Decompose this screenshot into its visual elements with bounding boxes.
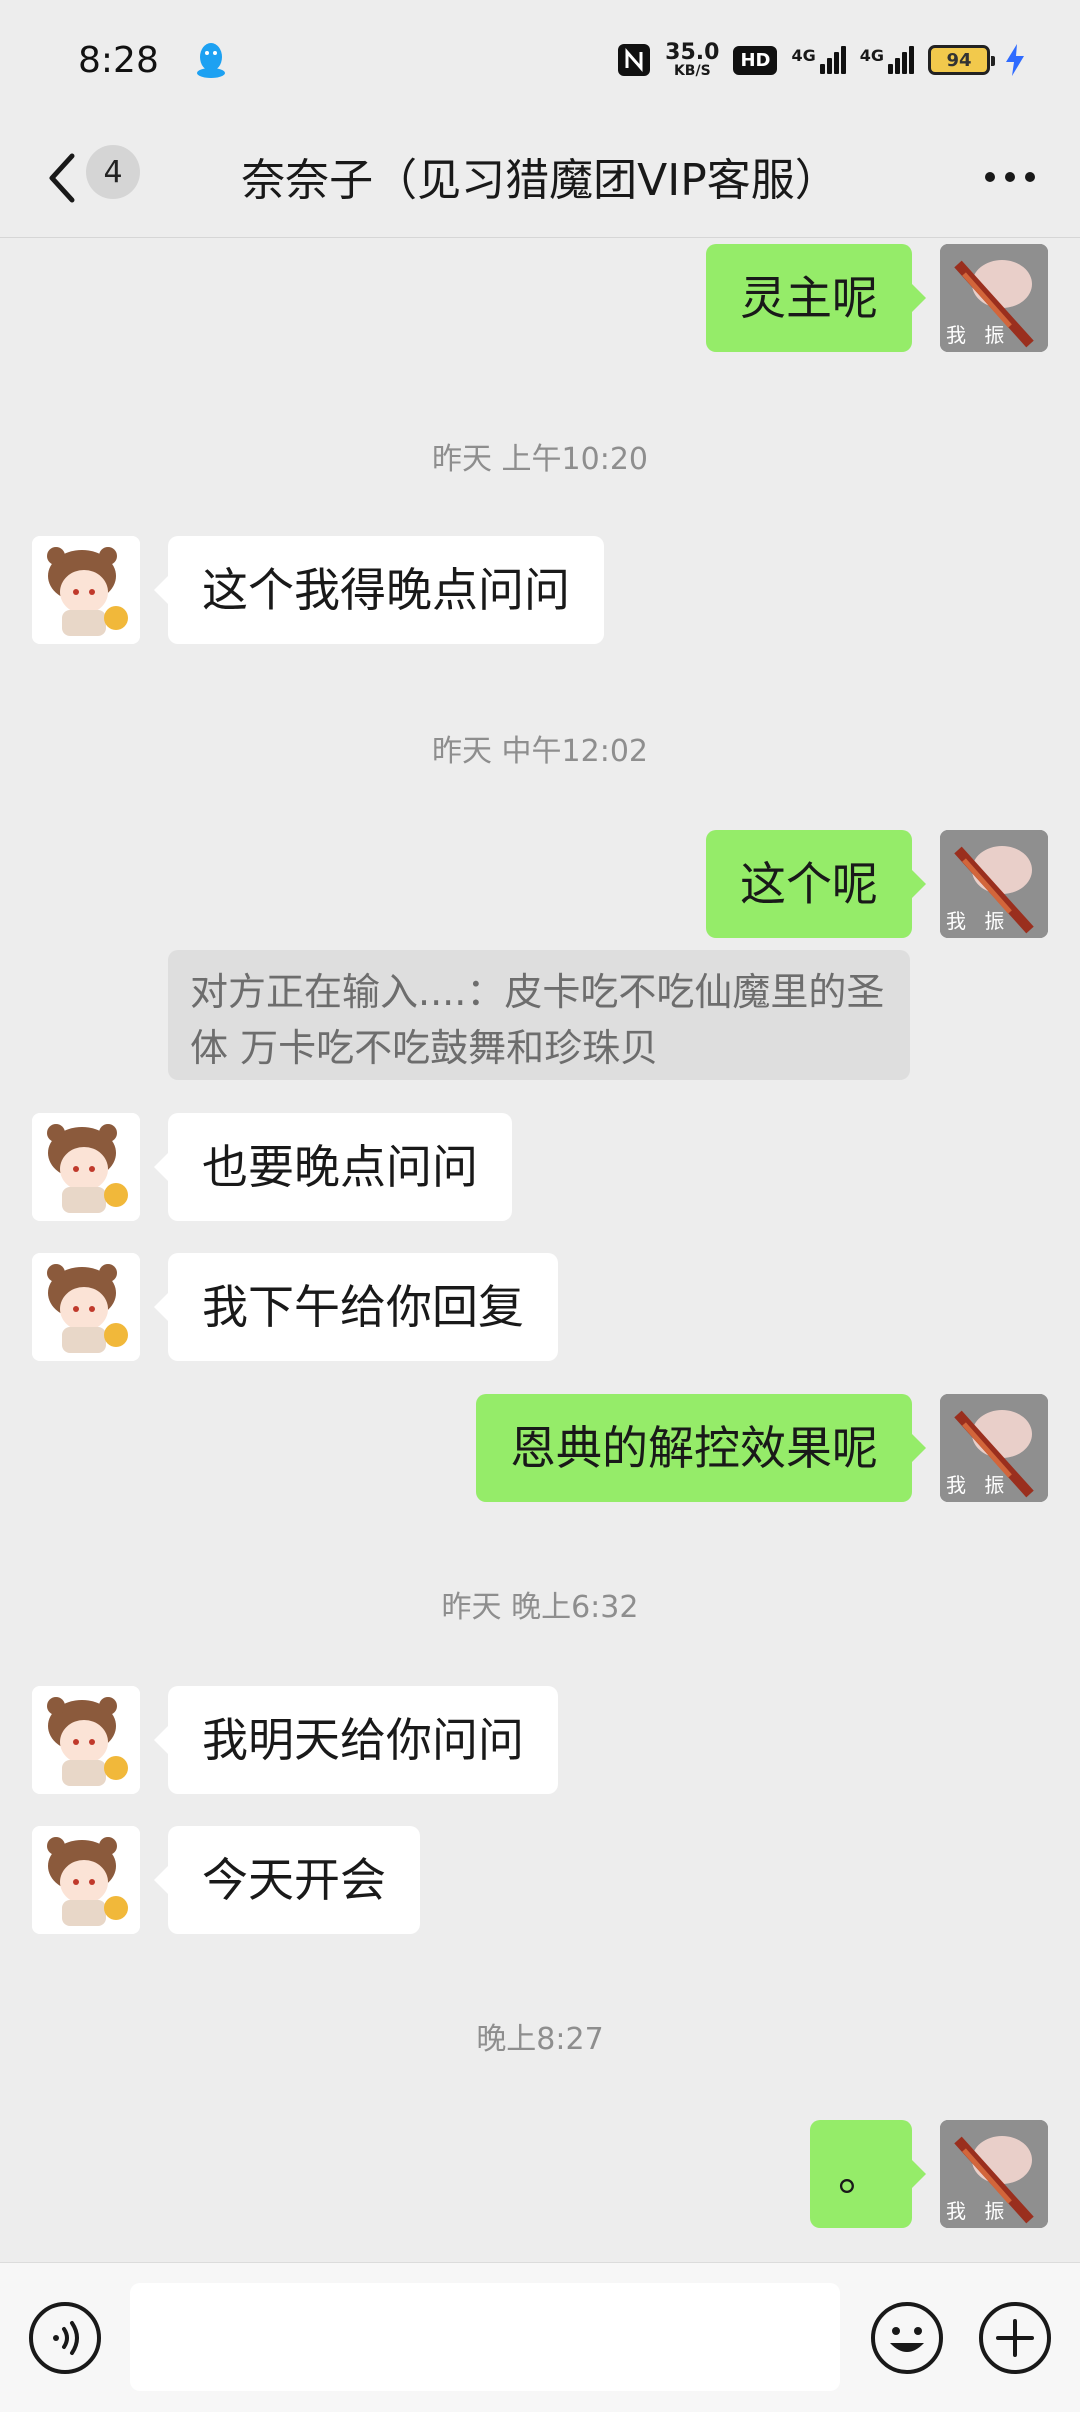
more-icon[interactable]	[984, 170, 1036, 184]
message-bubble-received[interactable]: 我下午给你回复	[154, 1253, 558, 1361]
avatar-self[interactable]: 我 振	[940, 244, 1048, 352]
message-bubble-sent[interactable]: 。	[810, 2120, 926, 2228]
message-input[interactable]	[130, 2283, 840, 2391]
voice-icon[interactable]	[28, 2301, 102, 2375]
avatar-self-label: 我 振	[946, 2199, 1011, 2223]
chat-title: 奈奈子（见习猎魔团VIP客服）	[241, 155, 839, 206]
status-indicators: 35.0 KB/S HD 4G 4G 94	[617, 42, 1026, 78]
message-bubble-received[interactable]: 也要晚点问问	[154, 1113, 512, 1221]
timestamp: 晚上8:27	[476, 2022, 604, 2057]
signal-strength-2: 4G	[860, 46, 914, 74]
input-bar	[0, 2262, 1080, 2412]
message-bubble-received[interactable]: 我明天给你问问	[154, 1686, 558, 1794]
nfc-icon	[618, 44, 651, 76]
battery-level: 94	[946, 49, 972, 71]
signal-strength-1: 4G	[791, 46, 846, 74]
message-bubble-sent[interactable]: 这个呢	[706, 830, 926, 938]
status-time: 8:28	[78, 39, 159, 81]
network-type-1: 4G	[791, 46, 816, 65]
avatar-contact[interactable]	[32, 1253, 140, 1361]
avatar-self[interactable]: 我 振	[940, 1394, 1048, 1502]
avatar-self-label: 我 振	[946, 1473, 1011, 1497]
status-bar: 8:28 35.0 KB/S HD 4G 4G 94	[0, 0, 1080, 120]
timestamp: 昨天 晚上6:32	[441, 1590, 639, 1625]
message-bubble-sent[interactable]: 恩典的解控效果呢	[476, 1394, 926, 1502]
avatar-contact[interactable]	[32, 1686, 140, 1794]
avatar-self-label: 我 振	[946, 909, 1011, 933]
message-bubble-received[interactable]: 今天开会	[154, 1826, 420, 1934]
speed-value: 35.0	[665, 40, 720, 65]
timestamp: 昨天 中午12:02	[432, 734, 648, 769]
avatar-contact[interactable]	[32, 1113, 140, 1221]
message-bubble-received[interactable]: 这个我得晚点问问	[154, 536, 604, 644]
charging-bolt-icon	[1006, 44, 1024, 76]
avatar-contact[interactable]	[32, 536, 140, 644]
avatar-contact[interactable]	[32, 1826, 140, 1934]
network-speed: 35.0 KB/S	[665, 40, 720, 79]
plus-icon[interactable]	[978, 2301, 1052, 2375]
qq-icon	[196, 43, 225, 78]
avatar-self[interactable]: 我 振	[940, 830, 1048, 938]
battery-indicator: 94	[928, 45, 995, 75]
typing-indicator: 对方正在输入....：皮卡吃不吃仙魔里的圣体 万卡吃不吃鼓舞和珍珠贝	[168, 950, 910, 1080]
timestamp: 昨天 上午10:20	[432, 442, 648, 477]
hd-badge: HD	[733, 45, 778, 75]
avatar-self-label: 我 振	[946, 323, 1011, 347]
emoji-icon[interactable]	[870, 2301, 944, 2375]
chat-header: 4 奈奈子（见习猎魔团VIP客服）	[0, 120, 1080, 238]
message-bubble-sent[interactable]: 灵主呢	[706, 244, 926, 352]
speed-unit: KB/S	[673, 63, 711, 79]
avatar-self[interactable]: 我 振	[940, 2120, 1048, 2228]
network-type-2: 4G	[859, 46, 884, 65]
